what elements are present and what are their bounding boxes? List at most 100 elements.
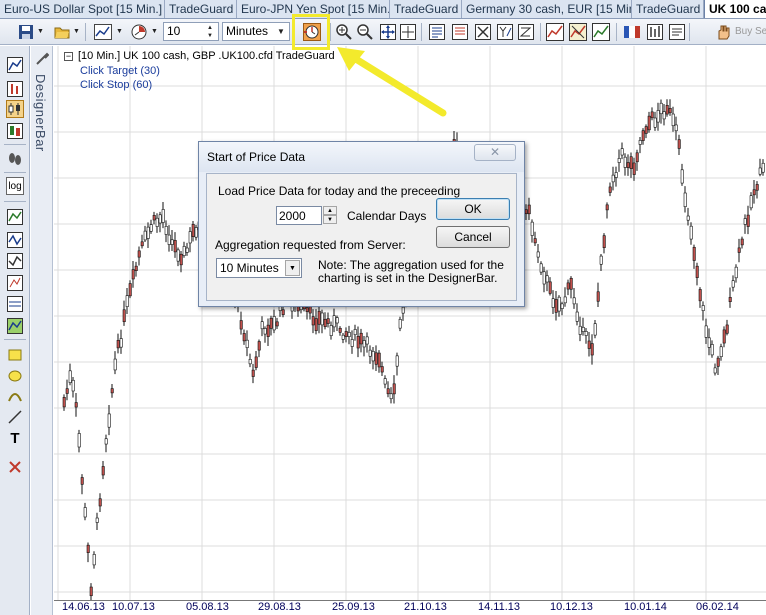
- text-tool-icon[interactable]: T: [6, 429, 24, 447]
- price-chart[interactable]: − [10 Min.] UK 100 cash, GBP .UK100.cfd T…: [54, 46, 766, 600]
- candle-body: [533, 238, 537, 244]
- aggregation-value: 10 Minutes: [220, 261, 279, 275]
- ellipse-tool-icon[interactable]: [6, 367, 24, 385]
- hand-icon[interactable]: [713, 22, 733, 42]
- designerbar-label: DesignerBar: [33, 74, 48, 152]
- indicator-6-tool-icon[interactable]: [6, 317, 24, 335]
- open-folder-icon[interactable]: [52, 22, 72, 42]
- tab-0[interactable]: Euro-US Dollar Spot [15 Min.]: [0, 0, 165, 18]
- candle-body: [584, 331, 588, 336]
- candle-body: [743, 218, 747, 225]
- indicator-1-tool-icon[interactable]: [6, 208, 24, 226]
- zoom-out-icon[interactable]: [355, 22, 375, 42]
- x-tick-label: 21.10.13: [404, 601, 447, 613]
- print-icon[interactable]: [667, 22, 687, 42]
- chart-type-dropdown-icon[interactable]: ▼: [116, 28, 123, 36]
- candlestick-tool-icon[interactable]: [6, 100, 24, 118]
- sell-button[interactable]: Se: [755, 26, 766, 37]
- indicator-5-tool-icon[interactable]: [6, 295, 24, 313]
- candle-body: [62, 397, 66, 408]
- click-stop-link[interactable]: Click Stop (60): [80, 79, 152, 91]
- aggregation-label: Aggregation requested from Server:: [215, 238, 406, 252]
- candle-body: [749, 195, 753, 209]
- candle-body: [713, 367, 717, 374]
- period-spin-icon[interactable]: ▲ ▼: [203, 24, 217, 39]
- colored-candle-tool-icon[interactable]: [6, 122, 24, 140]
- bars-icon[interactable]: [645, 22, 665, 42]
- candle-body: [530, 221, 534, 236]
- chart-type-icon[interactable]: [93, 22, 113, 42]
- clock-icon[interactable]: [129, 22, 149, 42]
- start-of-price-data-icon[interactable]: [302, 22, 322, 42]
- candle-body: [323, 318, 327, 328]
- log-scale-tool-icon[interactable]: log: [6, 177, 24, 195]
- footprints-tool-icon[interactable]: [6, 150, 24, 168]
- period-stepper[interactable]: 10 ▲ ▼: [163, 22, 219, 41]
- candle-body: [602, 235, 606, 248]
- indicator-3-tool-icon[interactable]: [6, 252, 24, 270]
- candle-body: [644, 126, 648, 134]
- clock-dropdown-icon[interactable]: ▼: [151, 28, 158, 36]
- indicator-list-icon[interactable]: [450, 22, 470, 42]
- dialog-close-button[interactable]: ✕: [474, 144, 516, 161]
- designerbar-tools-icon[interactable]: [35, 52, 50, 69]
- flag-icon[interactable]: [622, 22, 642, 42]
- open-dropdown-icon[interactable]: ▼: [73, 28, 80, 36]
- candle-body: [269, 317, 273, 329]
- spin-down-icon[interactable]: ▼: [323, 215, 337, 224]
- candle-body: [524, 209, 528, 215]
- click-target-link[interactable]: Click Target (30): [80, 65, 160, 77]
- unit-dropdown-icon[interactable]: ▼: [274, 24, 288, 39]
- fit-chart-icon[interactable]: [378, 22, 398, 42]
- x-tick-label: 14.11.13: [478, 601, 521, 613]
- aggregation-select[interactable]: 10 Minutes ▼: [216, 258, 302, 278]
- line-chart-tool-icon[interactable]: [6, 56, 24, 74]
- spin-up-icon[interactable]: ▲: [323, 206, 337, 215]
- delete-drawings-icon[interactable]: [6, 458, 24, 476]
- buy-button[interactable]: Buy: [735, 26, 752, 37]
- aggregation-dropdown-icon[interactable]: ▼: [285, 260, 300, 276]
- candle-body: [383, 378, 387, 385]
- cancel-button[interactable]: Cancel: [436, 226, 510, 248]
- candlestick-plot[interactable]: [54, 46, 766, 600]
- zoom-in-icon[interactable]: [334, 22, 354, 42]
- indicator-2-tool-icon[interactable]: [6, 231, 24, 249]
- candle-body: [641, 130, 645, 141]
- ok-button[interactable]: OK: [436, 198, 510, 220]
- arc-tool-icon[interactable]: [6, 387, 24, 405]
- candle-body: [320, 312, 324, 326]
- designerbar-panel[interactable]: DesignerBar: [31, 46, 53, 615]
- indicator-4-tool-icon[interactable]: [6, 274, 24, 292]
- move-chart-icon[interactable]: [398, 22, 418, 42]
- tab-3[interactable]: TradeGuard: [390, 0, 462, 18]
- candle-body: [281, 309, 285, 315]
- days-spin-buttons[interactable]: ▲ ▼: [323, 206, 337, 225]
- save-dropdown-icon[interactable]: ▼: [37, 28, 44, 36]
- candle-body: [143, 230, 147, 241]
- candle-body: [575, 311, 579, 322]
- legend-collapse-icon[interactable]: −: [64, 51, 73, 61]
- unit-select[interactable]: Minutes ▼: [222, 22, 290, 41]
- z-order-icon[interactable]: [516, 22, 536, 42]
- tab-6[interactable]: UK 100 cash: [704, 0, 766, 18]
- candle-body: [95, 517, 99, 523]
- tab-1[interactable]: TradeGuard: [165, 0, 237, 18]
- tab-5[interactable]: TradeGuard: [632, 0, 704, 18]
- candle-body: [389, 393, 393, 400]
- tab-2[interactable]: Euro-JPN Yen Spot [15 Min.]: [237, 0, 390, 18]
- y-scale-icon[interactable]: [495, 22, 515, 42]
- candle-body: [629, 156, 633, 169]
- chart-style-3-icon[interactable]: [591, 22, 611, 42]
- candle-body: [104, 438, 108, 445]
- days-input[interactable]: [276, 206, 322, 225]
- remove-indicator-icon[interactable]: [473, 22, 493, 42]
- chart-properties-icon[interactable]: [427, 22, 447, 42]
- rectangle-tool-icon[interactable]: [6, 346, 24, 364]
- chart-style-2-icon[interactable]: [568, 22, 588, 42]
- save-icon[interactable]: [16, 22, 36, 42]
- candle-body: [257, 341, 261, 351]
- tab-4[interactable]: Germany 30 cash, EUR [15 Min.]: [462, 0, 632, 18]
- trendline-tool-icon[interactable]: [6, 408, 24, 426]
- bar-chart-tool-icon[interactable]: [6, 80, 24, 98]
- chart-style-1-icon[interactable]: [545, 22, 565, 42]
